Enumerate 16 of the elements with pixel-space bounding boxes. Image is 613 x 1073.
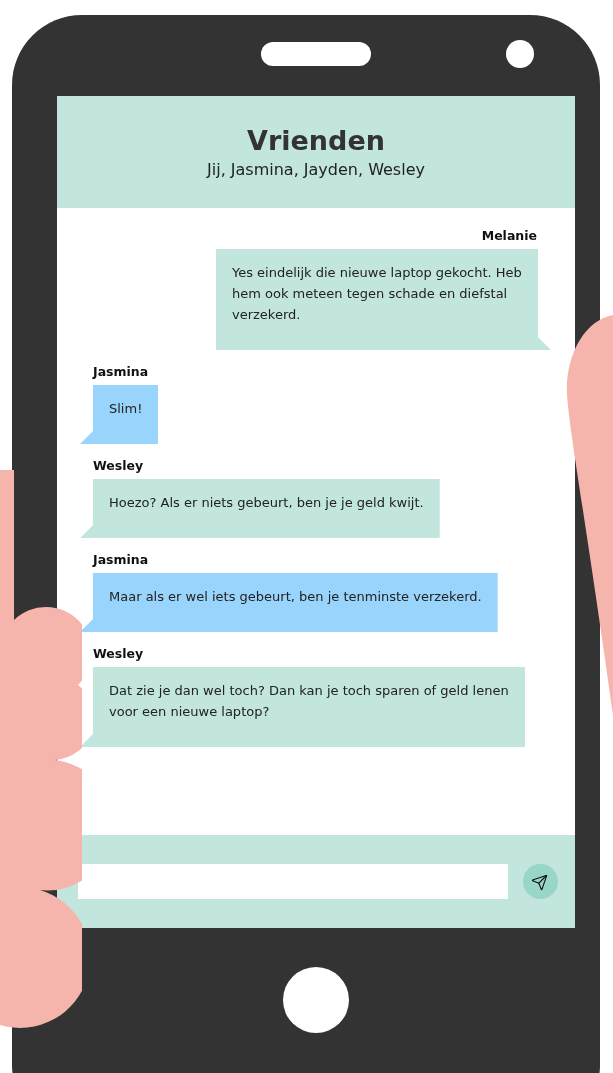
- sender-name: Wesley: [93, 458, 144, 473]
- sender-name: Jasmina: [93, 552, 149, 567]
- message-bubble: Hoezo? Als er niets gebeurt, ben je je geld kwijt.: [80, 479, 440, 538]
- message-bubble: Dat zie je dan wel toch? Dan kan je toch sparen of geld lenen voor een nieuwe laptop?: [80, 667, 525, 747]
- message-bubble: Yes eindelijk die nieuwe laptop gekocht. Heb hem ook meteen tegen schade en diefstal verzekerd.: [216, 249, 551, 350]
- message-input[interactable]: [78, 864, 508, 899]
- chat-title: Vrienden: [247, 125, 385, 156]
- sender-name: Wesley: [93, 646, 144, 661]
- chat-members: Jij, Jasmina, Jayden, Wesley: [207, 160, 425, 179]
- send-icon: [531, 873, 548, 891]
- message-bubble: Maar als er wel iets gebeurt, ben je tenminste verzekerd.: [80, 573, 498, 632]
- send-button[interactable]: [523, 864, 558, 899]
- message-bubble: Slim!: [80, 385, 159, 444]
- camera-dot: [506, 40, 534, 68]
- sender-name: Jasmina: [93, 364, 149, 379]
- sender-name: Melanie: [481, 228, 537, 243]
